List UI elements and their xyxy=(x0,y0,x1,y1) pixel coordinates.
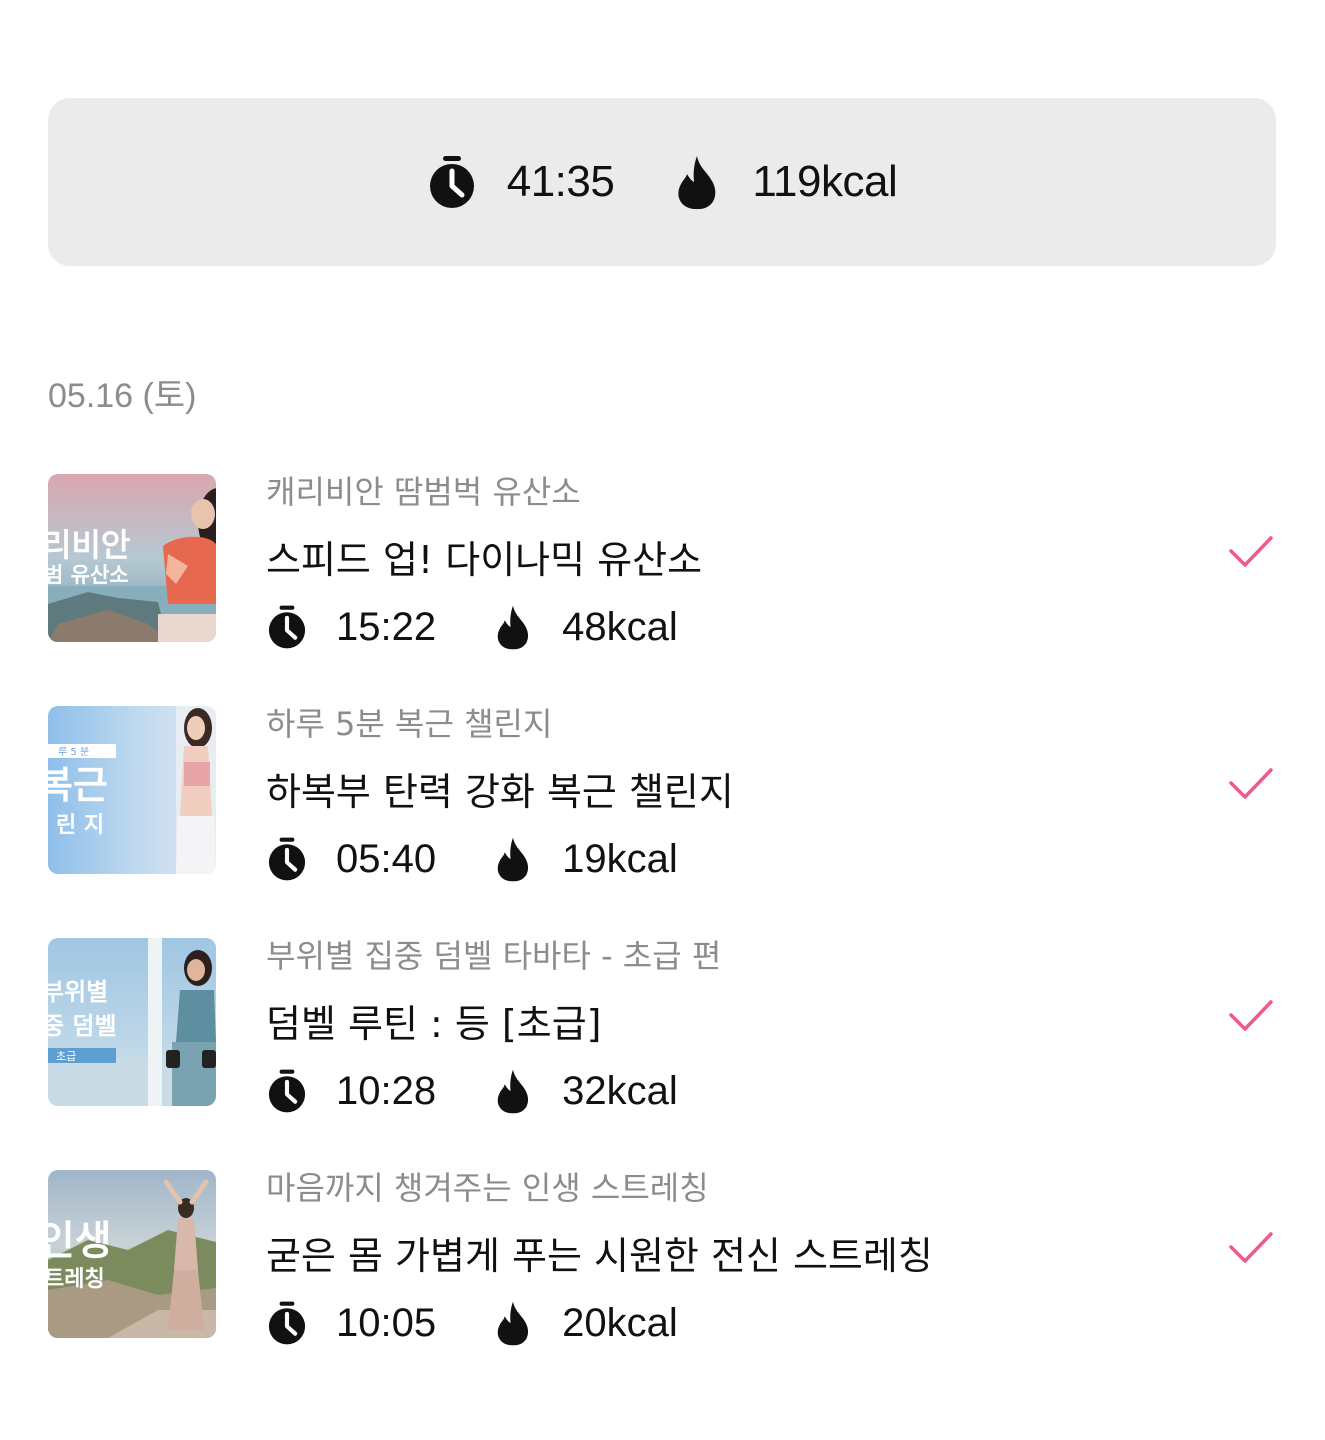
stopwatch-icon xyxy=(268,1301,306,1345)
flame-icon xyxy=(497,1069,529,1114)
duration-stat: 15:22 xyxy=(266,604,436,650)
workout-info: 부위별 집중 덤벨 타바타 - 초급 편 덤벨 루틴 : 등 [초급] 10:2… xyxy=(266,938,1196,1114)
workout-metrics: 10:05 20kcal xyxy=(266,1300,1196,1346)
check-icon xyxy=(1229,1232,1273,1263)
thumbnail-title: 인생 xyxy=(48,1218,112,1264)
thumbnail-subtitle: 중 덤벨 xyxy=(48,1012,117,1040)
check-icon xyxy=(1229,536,1273,567)
program-name: 부위별 집중 덤벨 타바타 - 초급 편 xyxy=(266,937,722,975)
calorie-value: 19kcal xyxy=(562,836,678,881)
flame-icon xyxy=(497,605,529,650)
flame-icon xyxy=(678,156,716,210)
thumbnail-title: 리비안 xyxy=(48,526,130,564)
workout-thumbnail: 루 5 분 복근 린 지 xyxy=(48,706,216,874)
total-time-stat: 41:35 xyxy=(427,154,615,210)
duration-value: 05:40 xyxy=(336,836,437,881)
calorie-stat: 32kcal xyxy=(492,1068,678,1114)
flame-icon xyxy=(497,837,529,882)
workout-title: 하복부 탄력 강화 복근 챌린지 xyxy=(266,770,734,814)
stopwatch-icon xyxy=(429,156,474,208)
calorie-value: 32kcal xyxy=(562,1068,678,1113)
flame-icon xyxy=(497,1301,529,1346)
workout-list: 리비안 범 유산소 캐리비안 땀범벅 유산소 스피드 업! 다이나믹 유산소 1… xyxy=(48,474,1276,1402)
workout-item[interactable]: 부위별 중 덤벨 초급 부위별 집중 덤벨 타바타 - 초급 편 덤벨 루틴 :… xyxy=(48,938,1276,1114)
duration-stat: 05:40 xyxy=(266,836,436,882)
workout-title: 굳은 몸 가볍게 푸는 시원한 전신 스트레칭 xyxy=(266,1234,933,1278)
duration-value: 10:28 xyxy=(336,1068,437,1113)
workout-metrics: 10:28 32kcal xyxy=(266,1068,1196,1114)
calorie-value: 48kcal xyxy=(562,604,678,649)
workout-thumbnail: 리비안 범 유산소 xyxy=(48,474,216,642)
total-time-value: 41:35 xyxy=(506,157,615,206)
workout-summary-card: 41:35 119kcal xyxy=(48,98,1276,266)
calorie-stat: 48kcal xyxy=(492,604,678,650)
workout-info: 하루 5분 복근 챌린지 하복부 탄력 강화 복근 챌린지 05:40 19kc… xyxy=(266,706,1196,882)
workout-metrics: 15:22 48kcal xyxy=(266,604,1196,650)
stopwatch-icon xyxy=(268,1069,306,1113)
workout-item[interactable]: 루 5 분 복근 린 지 하루 5분 복근 챌린지 하복부 탄력 강화 복근 챌… xyxy=(48,706,1276,882)
thumbnail-tag: 루 5 분 xyxy=(58,746,89,758)
workout-item[interactable]: 리비안 범 유산소 캐리비안 땀범벅 유산소 스피드 업! 다이나믹 유산소 1… xyxy=(48,474,1276,650)
stopwatch-icon xyxy=(268,605,306,649)
thumbnail-subtitle: 트레칭 xyxy=(48,1267,105,1292)
workout-title: 덤벨 루틴 : 등 [초급] xyxy=(266,1002,602,1046)
total-kcal-stat: 119kcal xyxy=(672,154,898,210)
workout-item[interactable]: 인생 트레칭 마음까지 챙겨주는 인생 스트레칭 굳은 몸 가볍게 푸는 시원한… xyxy=(48,1170,1276,1346)
program-name: 하루 5분 복근 챌린지 xyxy=(266,705,553,743)
calorie-stat: 20kcal xyxy=(492,1300,678,1346)
thumbnail-subtitle: 범 유산소 xyxy=(48,563,129,587)
check-icon xyxy=(1229,1000,1273,1031)
thumbnail-title: 부위별 xyxy=(48,978,108,1006)
calorie-stat: 19kcal xyxy=(492,836,678,882)
duration-stat: 10:05 xyxy=(266,1300,436,1346)
program-name: 캐리비안 땀범벅 유산소 xyxy=(266,473,581,511)
workout-info: 마음까지 챙겨주는 인생 스트레칭 굳은 몸 가볍게 푸는 시원한 전신 스트레… xyxy=(266,1170,1196,1346)
duration-stat: 10:28 xyxy=(266,1068,436,1114)
stopwatch-icon xyxy=(268,837,306,881)
thumbnail-tag: 초급 xyxy=(56,1050,76,1063)
workout-title: 스피드 업! 다이나믹 유산소 xyxy=(266,538,703,582)
thumbnail-subtitle: 린 지 xyxy=(56,813,104,838)
thumbnail-title: 복근 xyxy=(48,763,108,807)
workout-info: 캐리비안 땀범벅 유산소 스피드 업! 다이나믹 유산소 15:22 48kca… xyxy=(266,474,1196,650)
duration-value: 15:22 xyxy=(336,604,437,649)
calorie-value: 20kcal xyxy=(562,1300,678,1345)
check-icon xyxy=(1229,768,1273,799)
duration-value: 10:05 xyxy=(336,1300,437,1345)
workout-thumbnail: 부위별 중 덤벨 초급 xyxy=(48,938,216,1106)
workout-thumbnail: 인생 트레칭 xyxy=(48,1170,216,1338)
workout-metrics: 05:40 19kcal xyxy=(266,836,1196,882)
program-name: 마음까지 챙겨주는 인생 스트레칭 xyxy=(266,1169,709,1207)
total-kcal-value: 119kcal xyxy=(752,157,898,206)
date-header: 05.16 (토) xyxy=(48,377,197,415)
